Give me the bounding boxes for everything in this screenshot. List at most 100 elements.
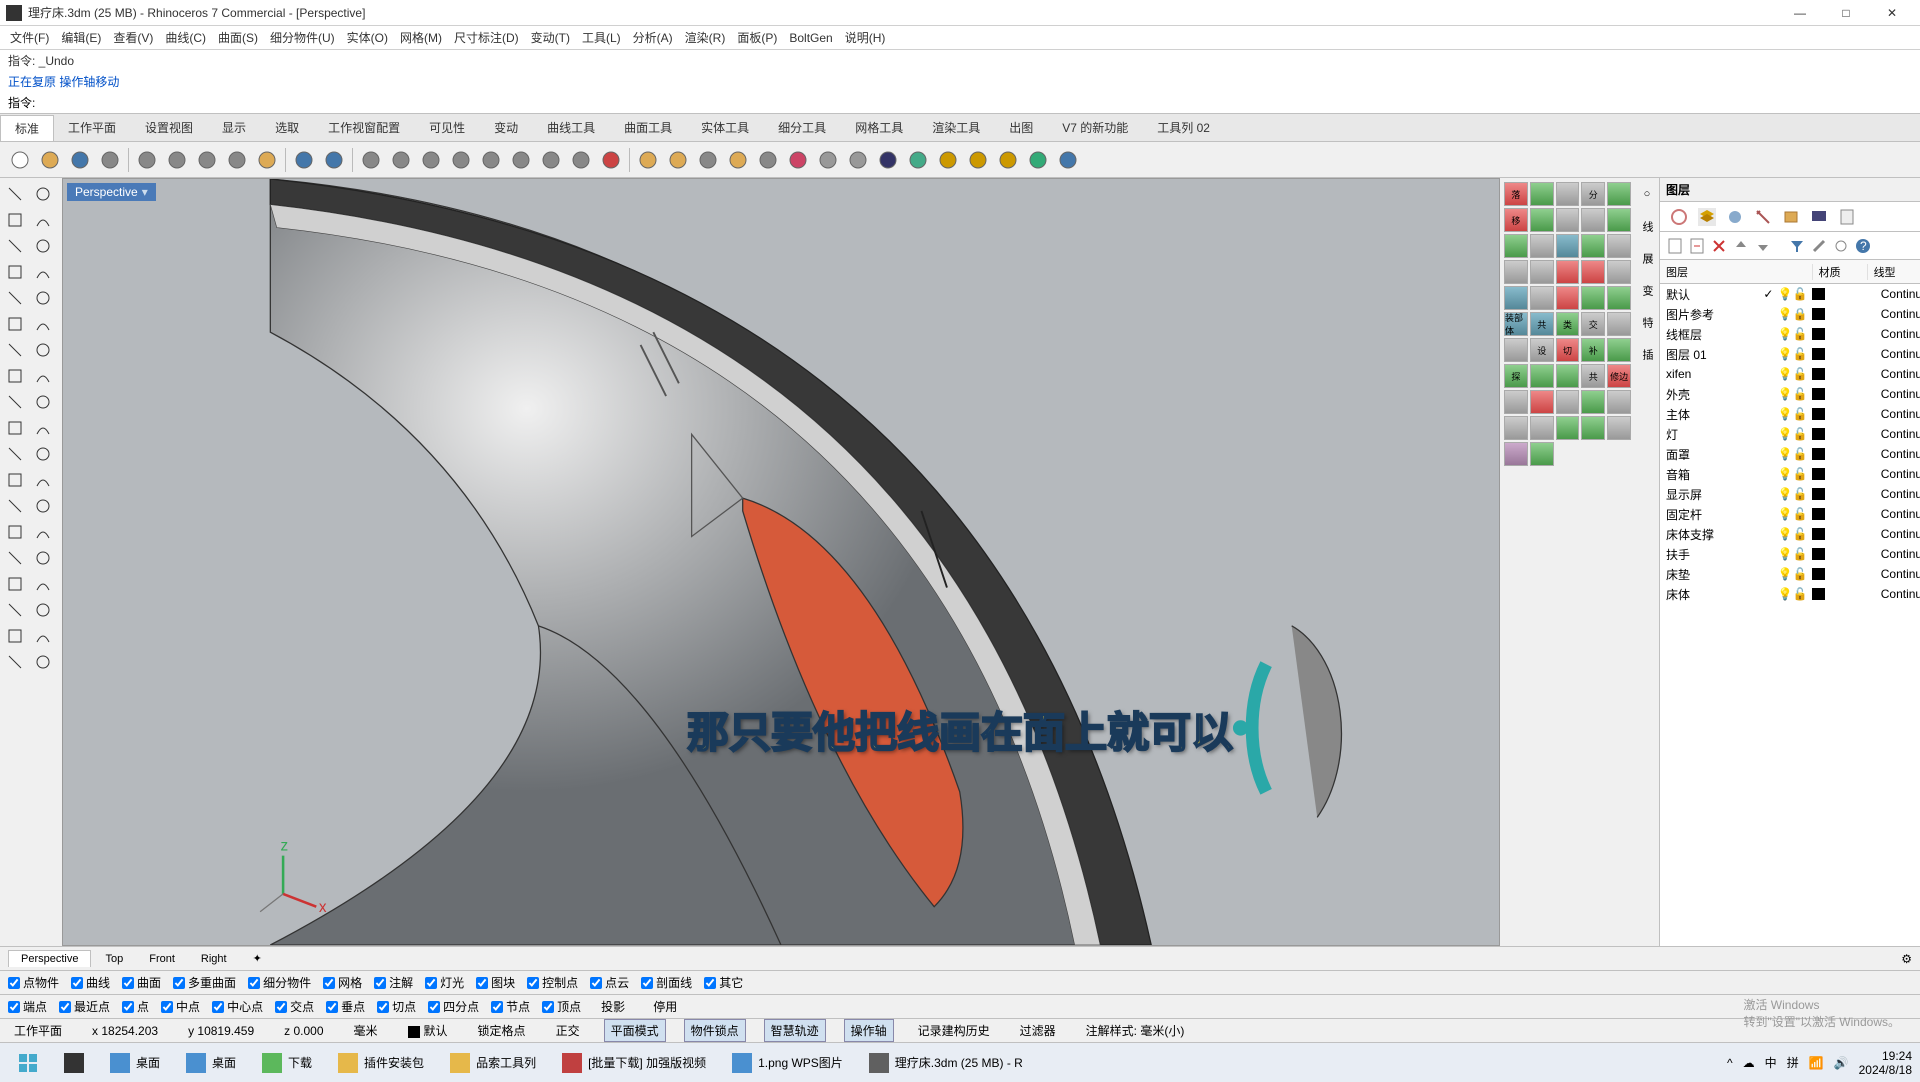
properties-icon[interactable] [1670,208,1688,226]
layer-row[interactable]: 显示屏💡🔓Continuous◆默认值 [1660,484,1920,504]
toolbar-tab[interactable]: 可见性 [415,115,480,140]
plugin-button[interactable]: 移 [1504,208,1528,232]
open-icon[interactable] [36,146,64,174]
plugin-button[interactable] [1556,234,1580,258]
layer-row[interactable]: 面罩💡🔓Continuous◆默认值 [1660,444,1920,464]
tool-button[interactable] [30,468,56,492]
plugin-button[interactable]: 切 [1556,338,1580,362]
tray-wifi-icon[interactable]: 📶 [1809,1056,1824,1070]
plugin-button[interactable] [1607,312,1631,336]
layer-row[interactable]: 音箱💡🔓Continuous◆默认值 [1660,464,1920,484]
side-tab[interactable]: ○ [1635,182,1659,206]
trash-icon[interactable] [253,146,281,174]
plugin-button[interactable] [1556,260,1580,284]
redo-icon[interactable] [320,146,348,174]
sphere1-icon[interactable] [784,146,812,174]
toolbar-tab[interactable]: 变动 [480,115,533,140]
rotate-icon[interactable] [507,146,535,174]
status-plane[interactable]: 工作平面 [8,1020,68,1041]
plugin-button[interactable] [1607,208,1631,232]
status-toggle[interactable]: 正交 [550,1020,586,1041]
filter-checkbox[interactable]: 图块 [476,974,515,991]
status-toggle[interactable]: 注解样式: 毫米(小) [1080,1020,1191,1041]
taskbar-item[interactable]: 下载 [252,1047,322,1079]
clock-time[interactable]: 19:24 [1859,1049,1912,1063]
zoom-win-icon[interactable] [537,146,565,174]
plugin-button[interactable] [1581,416,1605,440]
plugin-button[interactable] [1607,260,1631,284]
tool-button[interactable] [2,286,28,310]
materials-icon[interactable] [1754,208,1772,226]
plugin-button[interactable] [1556,390,1580,414]
osnap-option[interactable]: 投影 [593,998,633,1015]
box3-icon[interactable] [994,146,1022,174]
render-icon[interactable] [1726,208,1744,226]
tool-button[interactable] [30,572,56,596]
plugin-button[interactable] [1607,182,1631,206]
plugin-button[interactable]: 落 [1504,182,1528,206]
tool-button[interactable] [2,442,28,466]
osnap-checkbox[interactable]: 节点 [491,998,530,1015]
menu-item[interactable]: 曲线(C) [159,27,212,48]
osnap-checkbox[interactable]: 中心点 [212,998,263,1015]
menu-item[interactable]: 查看(V) [107,27,159,48]
plugin-button[interactable] [1607,286,1631,310]
plugin-button[interactable] [1607,338,1631,362]
new-icon[interactable] [6,146,34,174]
menu-item[interactable]: 说明(H) [839,27,892,48]
tool-button[interactable] [2,338,28,362]
osnap-checkbox[interactable]: 四分点 [428,998,479,1015]
plugin-button[interactable] [1556,286,1580,310]
plugin-button[interactable] [1530,182,1554,206]
plugin-button[interactable] [1504,442,1528,466]
layer-row[interactable]: 床垫💡🔓Continuous◆默认值 [1660,564,1920,584]
plugin-button[interactable]: 设 [1530,338,1554,362]
filter-checkbox[interactable]: 点云 [590,974,629,991]
globe-icon[interactable] [1024,146,1052,174]
plugin-button[interactable] [1504,390,1528,414]
taskbar-item[interactable]: 1.png WPS图片 [722,1047,853,1079]
tool-button[interactable] [2,572,28,596]
status-toggle[interactable]: 记录建构历史 [912,1020,996,1041]
tool-button[interactable] [2,364,28,388]
tool-button[interactable] [2,598,28,622]
filter-checkbox[interactable]: 剖面线 [641,974,692,991]
move-down-icon[interactable] [1754,237,1772,255]
viewport-settings-icon[interactable]: ⚙ [1901,952,1912,966]
filter-checkbox[interactable]: 其它 [704,974,743,991]
settings-icon[interactable] [1832,237,1850,255]
menu-item[interactable]: 渲染(R) [679,27,732,48]
filter-checkbox[interactable]: 注解 [374,974,413,991]
tool-button[interactable] [2,208,28,232]
new-layer-icon[interactable] [1666,237,1684,255]
tool-button[interactable] [2,390,28,414]
layer-row[interactable]: 默认✓💡🔓Continuo...◆默认值 [1660,284,1920,304]
status-x[interactable]: x 18254.203 [86,1022,164,1040]
task-rhino-icon[interactable] [54,1047,94,1079]
plugin-button[interactable]: 类 [1556,312,1580,336]
status-toggle[interactable]: 锁定格点 [472,1020,532,1041]
plugin-button[interactable] [1607,416,1631,440]
hide-icon[interactable] [754,146,782,174]
tool-button[interactable] [30,338,56,362]
paste-icon[interactable] [223,146,251,174]
tool-button[interactable] [30,442,56,466]
plugin-button[interactable]: 装部体 [1504,312,1528,336]
osnap-option[interactable]: 停用 [645,998,685,1015]
taskbar-item[interactable]: 品索工具列 [440,1047,546,1079]
status-toggle[interactable]: 操作轴 [844,1019,894,1042]
box1-icon[interactable] [934,146,962,174]
tool-button[interactable] [30,208,56,232]
plugin-button[interactable] [1581,234,1605,258]
layer-row[interactable]: 图层 01💡🔓Continuous◆默认值 [1660,344,1920,364]
plugin-button[interactable] [1504,338,1528,362]
clock-date[interactable]: 2024/8/18 [1859,1063,1912,1077]
tools-icon[interactable] [1810,237,1828,255]
layer-row[interactable]: 外壳💡🔓Continuous◆默认值 [1660,384,1920,404]
sphere4-icon[interactable] [874,146,902,174]
menu-item[interactable]: 尺寸标注(D) [448,27,525,48]
taskbar-item[interactable]: 桌面 [176,1047,246,1079]
viewport[interactable]: Perspective ▾ [62,178,1500,946]
menu-item[interactable]: 实体(O) [341,27,394,48]
viewport-label[interactable]: Perspective ▾ [67,183,156,201]
